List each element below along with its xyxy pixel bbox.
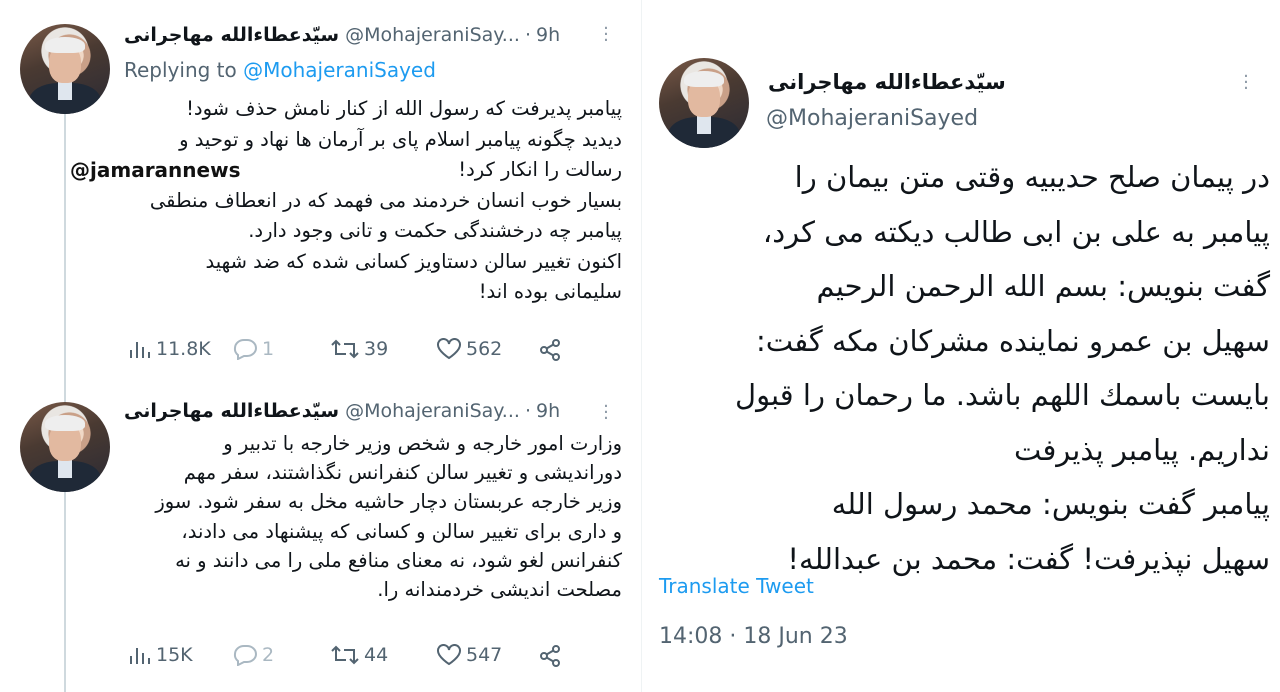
- views-count: 15K: [156, 644, 193, 666]
- reply-count: 1: [262, 338, 275, 360]
- avatar[interactable]: [20, 24, 110, 114]
- replying-to-prefix: Replying to: [124, 58, 244, 82]
- views-button[interactable]: 15K: [128, 644, 193, 666]
- like-count: 547: [466, 644, 503, 666]
- heart-icon: [437, 644, 461, 666]
- replying-to-line: Replying to @MohajeraniSayed: [124, 58, 436, 82]
- user-handle[interactable]: @MohajeraniSay...: [345, 24, 520, 46]
- more-dots-icon[interactable]: · · ·: [1242, 68, 1250, 98]
- like-button[interactable]: 547: [436, 644, 502, 666]
- retweet-icon: [331, 339, 359, 359]
- share-icon: [540, 645, 560, 667]
- replying-to-mention[interactable]: @MohajeraniSayed: [243, 58, 436, 82]
- heart-icon: [437, 338, 461, 360]
- dot-separator: ·: [524, 24, 531, 46]
- share-button[interactable]: [538, 644, 566, 668]
- user-handle[interactable]: @MohajeraniSayed: [766, 106, 978, 131]
- reply-button[interactable]: 1: [232, 338, 274, 360]
- retweet-icon: [331, 645, 359, 665]
- reply-icon: [233, 645, 257, 666]
- retweet-button[interactable]: 44: [330, 644, 388, 666]
- views-icon: [130, 648, 150, 664]
- retweet-count: 39: [364, 338, 389, 360]
- share-button[interactable]: [538, 338, 566, 362]
- more-dots-icon[interactable]: · · ·: [602, 398, 610, 428]
- user-handle[interactable]: @MohajeraniSay...: [345, 400, 520, 422]
- tweet-timestamp[interactable]: 14:08 · 18 Jun 23: [659, 624, 848, 649]
- views-icon: [130, 342, 150, 358]
- translate-tweet-link[interactable]: Translate Tweet: [659, 574, 814, 598]
- like-button[interactable]: 562: [436, 338, 502, 360]
- display-name[interactable]: سیّدعطاءالله مهاجرانی: [768, 70, 1006, 94]
- tweet-time[interactable]: 9h: [536, 24, 560, 46]
- reply-count: 2: [262, 644, 275, 666]
- reply-icon: [233, 339, 257, 360]
- display-name[interactable]: سیّدعطاءالله مهاجرانی: [124, 400, 339, 422]
- like-count: 562: [466, 338, 503, 360]
- thread-connector-line: [64, 492, 66, 692]
- avatar[interactable]: [20, 402, 110, 492]
- column-divider: [641, 0, 642, 692]
- display-name[interactable]: سیّدعطاءالله مهاجرانی: [124, 24, 339, 46]
- watermark-text: @jamarannews: [66, 158, 245, 182]
- reply-button[interactable]: 2: [232, 644, 274, 666]
- tweet-text: وزارت امور خارجه و شخص وزیر خارجه با تدب…: [155, 432, 622, 602]
- tweet-time[interactable]: 9h: [536, 400, 560, 422]
- avatar[interactable]: [659, 58, 749, 148]
- more-dots-icon[interactable]: · · ·: [602, 20, 610, 50]
- views-button[interactable]: 11.8K: [128, 338, 211, 360]
- retweet-count: 44: [364, 644, 389, 666]
- tweet-text: پیامبر پدیرفت که رسول الله از کنار نامش …: [149, 97, 622, 303]
- views-count: 11.8K: [156, 338, 211, 360]
- dot-separator: ·: [524, 400, 531, 422]
- retweet-button[interactable]: 39: [330, 338, 388, 360]
- share-icon: [540, 339, 560, 361]
- tweet-text: در پیمان صلح حدیبیه وقتی متن بیمان را پی…: [735, 160, 1270, 576]
